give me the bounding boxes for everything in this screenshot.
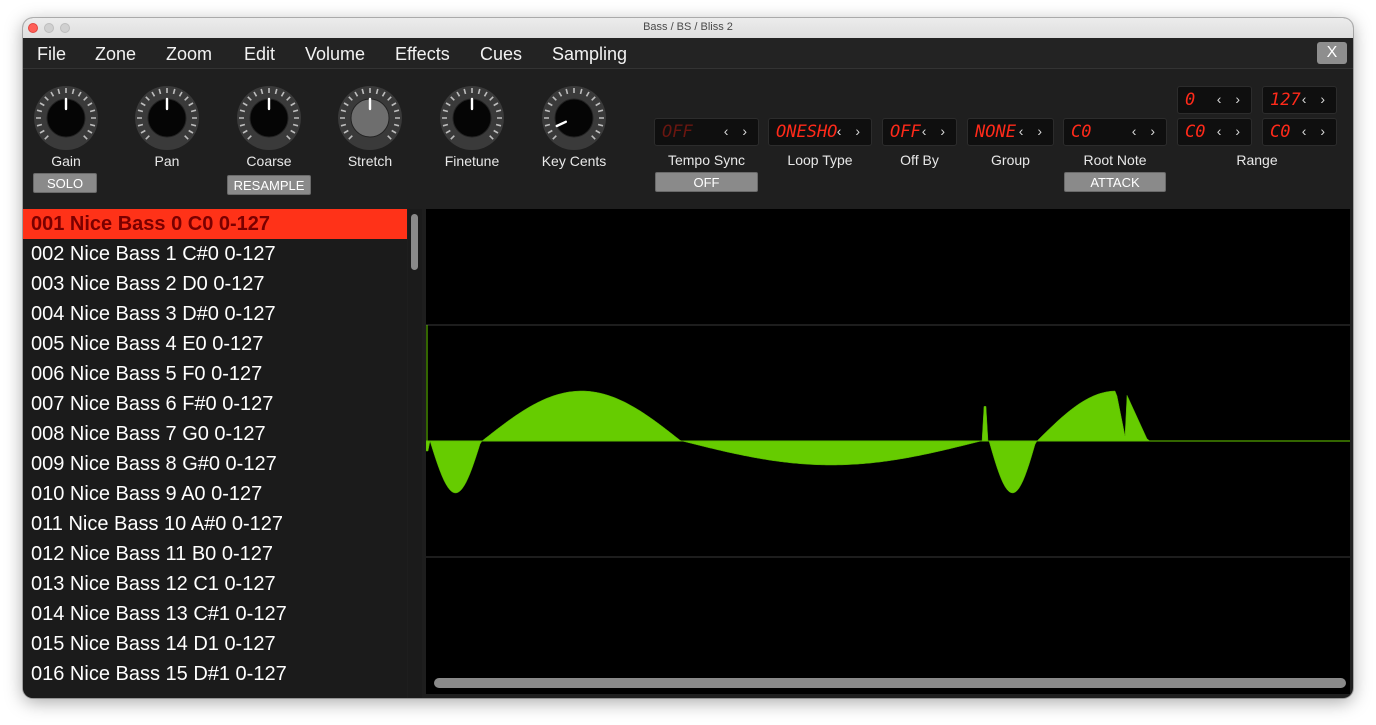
group-label: Group (991, 152, 1030, 168)
finetune-label: Finetune (444, 153, 500, 169)
app-window: Bass / BS / Bliss 2 File Zone Zoom Edit … (23, 18, 1353, 698)
tempo-sync-value: OFF (662, 122, 693, 142)
finetune-knob[interactable] (437, 83, 507, 153)
zone-list-item[interactable]: 007 Nice Bass 6 F#0 0-127 (23, 389, 407, 419)
range-key-low-value: C0 (1185, 122, 1206, 142)
menu-edit[interactable]: Edit (244, 44, 275, 65)
tempo-sync-display[interactable]: OFF ‹ › (654, 118, 759, 146)
controls-panel: Gain SOLO Pan Coarse RESAMPLE Stretch Fi… (23, 69, 1353, 209)
zone-list-item[interactable]: 015 Nice Bass 14 D1 0-127 (23, 629, 407, 659)
key-cents-knob[interactable] (539, 83, 609, 153)
range-vel-high-value: 127 (1270, 90, 1301, 110)
loop-type-display[interactable]: ONESHO ‹ › (768, 118, 872, 146)
zone-list-scroll-thumb[interactable] (411, 214, 418, 270)
zone-list-item[interactable]: 016 Nice Bass 15 D#1 0-127 (23, 659, 407, 689)
resample-button[interactable]: RESAMPLE (227, 175, 311, 195)
range-label: Range (1236, 152, 1278, 168)
off-by-value: OFF (890, 122, 921, 142)
range-key-high-value: C0 (1270, 122, 1291, 142)
waveform-horizontal-scrollbar[interactable] (434, 678, 1346, 688)
root-note-label: Root Note (1083, 152, 1147, 168)
pan-knob[interactable] (132, 83, 202, 153)
group-value: NONE (975, 122, 1016, 142)
zone-list-item[interactable]: 009 Nice Bass 8 G#0 0-127 (23, 449, 407, 479)
key-cents-label: Key Cents (541, 153, 607, 169)
off-by-arrows-icon[interactable]: ‹ › (922, 123, 950, 139)
range-vel-high-arrows-icon[interactable]: ‹ › (1302, 91, 1330, 107)
root-note-value: C0 (1071, 122, 1092, 142)
zone-list-item[interactable]: 002 Nice Bass 1 C#0 0-127 (23, 239, 407, 269)
stretch-label: Stretch (347, 153, 393, 169)
zone-list-item[interactable]: 014 Nice Bass 13 C#1 0-127 (23, 599, 407, 629)
root-note-arrows-icon[interactable]: ‹ › (1132, 123, 1160, 139)
range-key-high-arrows-icon[interactable]: ‹ › (1302, 123, 1330, 139)
range-vel-low-display[interactable]: 0 ‹ › (1177, 86, 1252, 114)
zone-list-item[interactable]: 011 Nice Bass 10 A#0 0-127 (23, 509, 407, 539)
range-vel-low-arrows-icon[interactable]: ‹ › (1217, 91, 1245, 107)
tempo-sync-arrows-icon[interactable]: ‹ › (724, 123, 752, 139)
waveform-display (426, 324, 1350, 558)
zone-list-scrollbar[interactable] (408, 209, 422, 698)
zone-list-item[interactable]: 001 Nice Bass 0 C0 0-127 (23, 209, 407, 239)
zone-list-item[interactable]: 010 Nice Bass 9 A0 0-127 (23, 479, 407, 509)
waveform-view[interactable] (426, 209, 1350, 694)
range-key-high-display[interactable]: C0 ‹ › (1262, 118, 1337, 146)
gain-label: Gain (51, 153, 81, 169)
solo-button[interactable]: SOLO (33, 173, 97, 193)
off-by-label: Off By (900, 152, 939, 168)
tempo-sync-off-button[interactable]: OFF (655, 172, 758, 192)
zone-list-item[interactable]: 003 Nice Bass 2 D0 0-127 (23, 269, 407, 299)
range-vel-high-display[interactable]: 127 ‹ › (1262, 86, 1337, 114)
menu-zone[interactable]: Zone (95, 44, 136, 65)
loop-type-label: Loop Type (787, 152, 853, 168)
menu-effects[interactable]: Effects (395, 44, 450, 65)
attack-button[interactable]: ATTACK (1064, 172, 1166, 192)
menu-bar: File Zone Zoom Edit Volume Effects Cues … (23, 38, 1353, 69)
zone-list-item[interactable]: 004 Nice Bass 3 D#0 0-127 (23, 299, 407, 329)
title-bar: Bass / BS / Bliss 2 (23, 18, 1353, 39)
menu-zoom[interactable]: Zoom (166, 44, 212, 65)
root-note-display[interactable]: C0 ‹ › (1063, 118, 1167, 146)
range-key-low-display[interactable]: C0 ‹ › (1177, 118, 1252, 146)
group-arrows-icon[interactable]: ‹ › (1019, 123, 1047, 139)
loop-type-value: ONESHO (776, 122, 838, 142)
coarse-label: Coarse (246, 153, 292, 169)
loop-type-arrows-icon[interactable]: ‹ › (837, 123, 865, 139)
menu-file[interactable]: File (37, 44, 66, 65)
range-key-low-arrows-icon[interactable]: ‹ › (1217, 123, 1245, 139)
menu-sampling[interactable]: Sampling (552, 44, 627, 65)
off-by-display[interactable]: OFF ‹ › (882, 118, 957, 146)
coarse-knob[interactable] (234, 83, 304, 153)
close-panel-button[interactable]: X (1317, 42, 1347, 64)
group-display[interactable]: NONE ‹ › (967, 118, 1054, 146)
zone-list-item[interactable]: 013 Nice Bass 12 C1 0-127 (23, 569, 407, 599)
tempo-sync-label: Tempo Sync (667, 152, 746, 168)
stretch-knob[interactable] (335, 83, 405, 153)
pan-label: Pan (154, 153, 180, 169)
zone-list-item[interactable]: 012 Nice Bass 11 B0 0-127 (23, 539, 407, 569)
waveform-shape (426, 390, 1151, 494)
zone-list-item[interactable]: 005 Nice Bass 4 E0 0-127 (23, 329, 407, 359)
zone-list: 001 Nice Bass 0 C0 0-127 002 Nice Bass 1 … (23, 209, 407, 698)
menu-volume[interactable]: Volume (305, 44, 365, 65)
menu-cues[interactable]: Cues (480, 44, 522, 65)
zone-list-item[interactable]: 008 Nice Bass 7 G0 0-127 (23, 419, 407, 449)
gain-knob[interactable] (31, 83, 101, 153)
zone-list-item[interactable]: 006 Nice Bass 5 F0 0-127 (23, 359, 407, 389)
window-title: Bass / BS / Bliss 2 (643, 21, 733, 33)
range-vel-low-value: 0 (1185, 90, 1196, 110)
